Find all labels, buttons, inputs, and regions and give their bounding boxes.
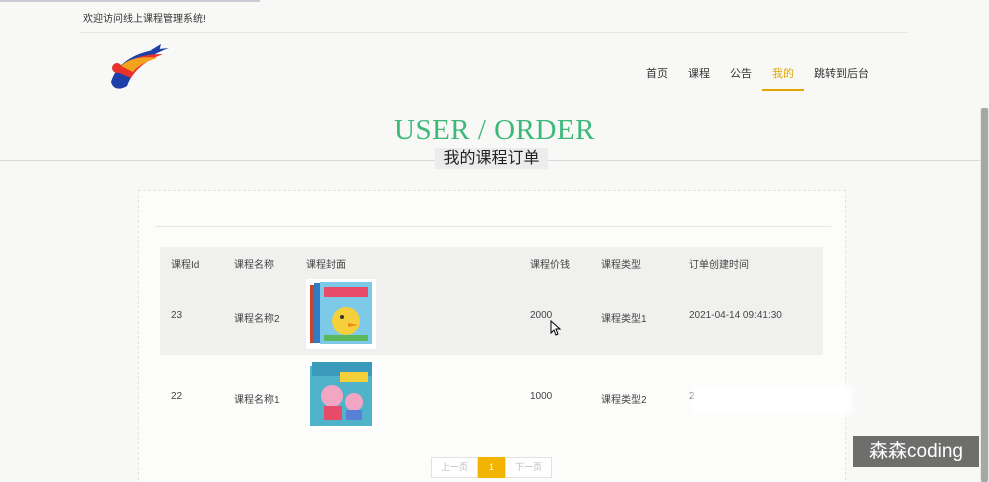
page-title: USER / ORDER xyxy=(394,114,595,146)
header-course-price: 课程价钱 xyxy=(530,260,570,271)
cell-course-id: 23 xyxy=(171,310,183,321)
nav-item-admin[interactable]: 跳转到后台 xyxy=(804,64,879,88)
cell-course-name: 课程名称2 xyxy=(234,314,280,325)
top-bar: 欢迎访问线上课程管理系统! xyxy=(0,0,989,33)
scrollbar-thumb[interactable] xyxy=(981,108,988,482)
watermark: 森森coding xyxy=(853,436,979,467)
cell-course-price: 2000 xyxy=(530,310,553,321)
cell-course-type: 课程类型2 xyxy=(601,395,647,406)
nav-item-home[interactable]: 首页 xyxy=(636,64,678,88)
cell-course-id: 22 xyxy=(171,391,183,402)
header-course-id: 课程Id xyxy=(171,260,200,271)
table-row[interactable]: 23 课程名称2 2000 课程类型1 2021-04-14 09:41:30 xyxy=(160,274,823,355)
header-course-type: 课程类型 xyxy=(601,260,641,271)
header-course-name: 课程名称 xyxy=(234,260,274,271)
panel-divider xyxy=(155,226,831,227)
table-header: 课程Id 课程名称 课程封面 课程价钱 课程类型 订单创建时间 xyxy=(160,247,823,274)
cell-course-type: 课程类型1 xyxy=(601,314,647,325)
pagination: 上一页 1 下一页 xyxy=(431,457,552,478)
book-cover-icon[interactable] xyxy=(306,279,376,349)
page-subtitle: 我的课程订单 xyxy=(435,148,548,169)
nav-item-mine[interactable]: 我的 xyxy=(762,64,804,91)
prev-page-button[interactable]: 上一页 xyxy=(431,457,478,478)
mouse-cursor-icon xyxy=(550,320,562,336)
nav-item-courses[interactable]: 课程 xyxy=(678,64,720,88)
main-nav: 首页 课程 公告 我的 跳转到后台 xyxy=(636,64,879,91)
top-divider xyxy=(80,32,908,33)
site-logo[interactable] xyxy=(107,42,173,94)
current-page-button[interactable]: 1 xyxy=(478,457,505,478)
cell-course-name: 课程名称1 xyxy=(234,395,280,406)
cell-order-time: 2021-04-14 09:41:30 xyxy=(689,310,782,321)
header-order-time: 订单创建时间 xyxy=(689,260,749,271)
book-cover-icon[interactable] xyxy=(306,360,376,430)
blurred-region xyxy=(692,385,852,415)
header-course-cover: 课程封面 xyxy=(306,260,346,271)
next-page-button[interactable]: 下一页 xyxy=(505,457,552,478)
nav-item-notices[interactable]: 公告 xyxy=(720,64,762,88)
cell-course-price: 1000 xyxy=(530,391,553,402)
page-scrollbar[interactable] xyxy=(980,108,989,482)
welcome-text: 欢迎访问线上课程管理系统! xyxy=(83,14,206,25)
